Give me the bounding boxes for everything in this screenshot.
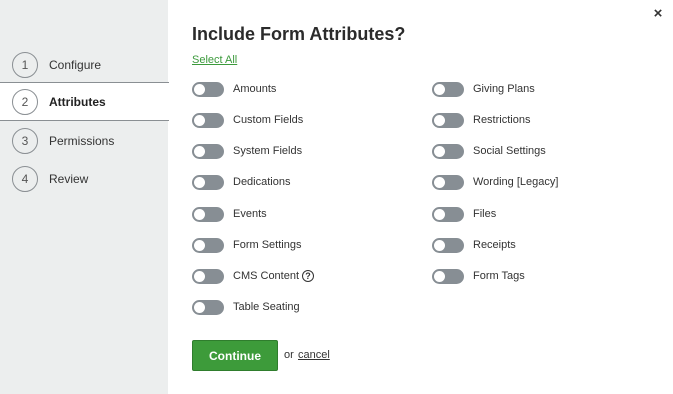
toggle-row-receipts: Receipts [432, 237, 516, 253]
toggle-label: Files [473, 208, 497, 220]
toggle-label: Custom Fields [233, 114, 304, 126]
table-seating-toggle-switch[interactable] [192, 299, 224, 315]
toggle-label: Social Settings [473, 145, 546, 157]
custom-fields-toggle-switch[interactable] [192, 112, 224, 128]
step-number-badge: 1 [12, 51, 38, 78]
toggle-row-dedications: Dedications [192, 174, 290, 190]
wording-legacy-toggle-switch[interactable] [432, 174, 464, 190]
step-label: Attributes [49, 94, 106, 109]
toggle-label: Giving Plans [473, 83, 535, 95]
step-attributes[interactable]: 2 Attributes [0, 82, 169, 121]
toggle-label: Amounts [233, 83, 277, 95]
toggle-knob [194, 145, 205, 157]
giving-plans-toggle-switch[interactable] [432, 81, 464, 97]
toggle-row-files: Files [432, 206, 496, 222]
close-icon[interactable]: × [651, 6, 665, 22]
modal-title: Include Form Attributes? [192, 24, 406, 44]
toggle-knob [434, 145, 445, 157]
toggle-knob [194, 83, 205, 95]
step-number-badge: 3 [12, 127, 38, 154]
system-fields-toggle-switch[interactable] [192, 143, 224, 159]
toggle-label: Receipts [473, 239, 516, 251]
toggle-knob [194, 208, 205, 220]
toggle-row-social-settings: Social Settings [432, 143, 546, 159]
cancel-link[interactable]: cancel [298, 349, 330, 361]
toggle-label: Form Tags [473, 270, 525, 282]
step-review[interactable]: 4 Review [0, 159, 168, 198]
toggle-label: Table Seating [233, 301, 300, 313]
toggle-knob [434, 239, 445, 251]
toggle-label: Events [233, 208, 267, 220]
toggle-knob [434, 83, 445, 95]
step-label: Configure [49, 57, 102, 72]
toggle-knob [434, 270, 445, 282]
toggle-row-giving-plans: Giving Plans [432, 81, 535, 97]
toggle-label: Dedications [233, 176, 291, 188]
step-number-badge: 2 [12, 88, 38, 115]
toggle-row-cms-content: CMS Content ? [192, 268, 315, 284]
toggle-knob [194, 239, 205, 251]
restrictions-toggle-switch[interactable] [432, 112, 464, 128]
toggle-knob [194, 176, 205, 188]
step-label: Review [49, 171, 89, 186]
dedications-toggle-switch[interactable] [192, 174, 224, 190]
form-settings-toggle-switch[interactable] [192, 237, 224, 253]
toggle-label: System Fields [233, 145, 303, 157]
files-toggle-switch[interactable] [432, 206, 464, 222]
toggle-knob [434, 176, 445, 188]
or-text: or [284, 349, 294, 361]
amounts-toggle-switch[interactable] [192, 81, 224, 97]
toggle-row-form-settings: Form Settings [192, 237, 301, 253]
wizard-steps-sidebar: 1 Configure 2 Attributes 3 Permissions 4… [0, 0, 169, 394]
toggle-row-system-fields: System Fields [192, 143, 302, 159]
toggle-knob [194, 270, 205, 282]
toggle-knob [194, 114, 205, 126]
receipts-toggle-switch[interactable] [432, 237, 464, 253]
select-all-link[interactable]: Select All [192, 54, 237, 66]
toggle-row-events: Events [192, 206, 267, 222]
toggle-row-amounts: Amounts [192, 81, 276, 97]
toggle-knob [194, 301, 205, 313]
toggle-label: Restrictions [473, 114, 531, 126]
toggle-row-form-tags: Form Tags [432, 268, 525, 284]
toggle-label: CMS Content [233, 270, 300, 282]
question-circle-icon[interactable]: ? [302, 270, 315, 282]
toggle-label: Wording [Legacy] [473, 176, 559, 188]
toggle-knob [434, 114, 445, 126]
form-tags-toggle-switch[interactable] [432, 268, 464, 284]
continue-button[interactable]: Continue [192, 340, 278, 371]
import-attributes-modal: 1 Configure 2 Attributes 3 Permissions 4… [0, 0, 673, 394]
toggle-knob [434, 208, 445, 220]
events-toggle-switch[interactable] [192, 206, 224, 222]
toggle-row-wording-legacy: Wording [Legacy] [432, 174, 558, 190]
step-label: Permissions [49, 133, 115, 148]
social-settings-toggle-switch[interactable] [432, 143, 464, 159]
step-configure[interactable]: 1 Configure [0, 45, 168, 84]
step-permissions[interactable]: 3 Permissions [0, 121, 168, 160]
step-number-badge: 4 [12, 165, 38, 192]
toggle-row-table-seating: Table Seating [192, 299, 300, 315]
toggle-row-custom-fields: Custom Fields [192, 112, 303, 128]
toggle-row-restrictions: Restrictions [432, 112, 530, 128]
cms-content-toggle-switch[interactable] [192, 268, 224, 284]
toggle-label: Form Settings [233, 239, 302, 251]
